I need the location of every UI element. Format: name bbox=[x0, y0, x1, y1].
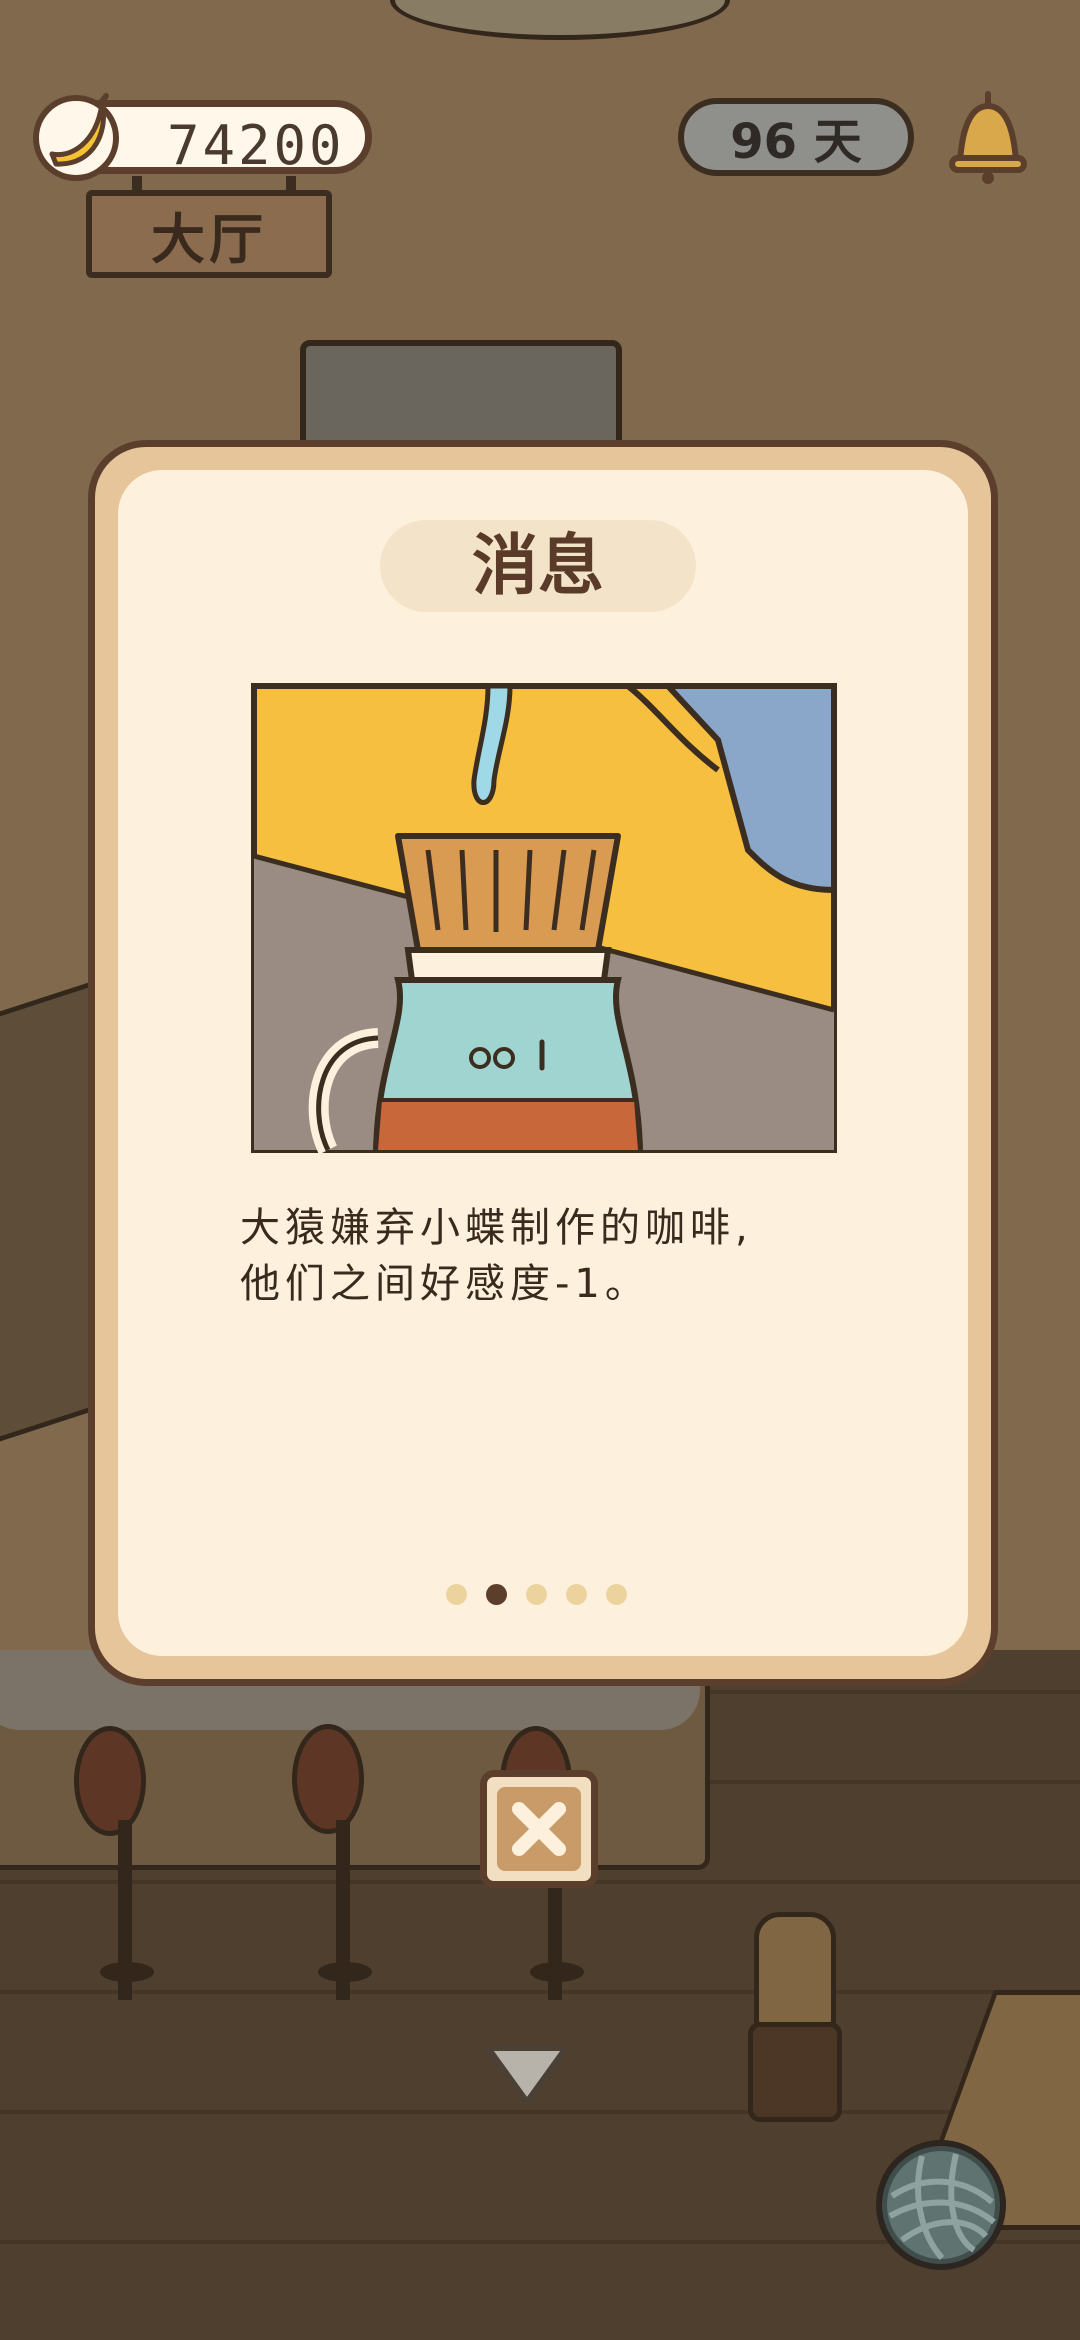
message-line: 他们之间好感度-1。 bbox=[240, 1261, 650, 1307]
coin-value: 74200 bbox=[167, 114, 345, 177]
banana-icon bbox=[33, 93, 119, 181]
location-label: 大厅 bbox=[151, 207, 267, 271]
day-counter-label: 96 天 bbox=[730, 114, 862, 170]
dialog-title: 消息 bbox=[472, 527, 604, 604]
coffee-pour-over-icon bbox=[251, 683, 837, 1155]
page-dot-active[interactable] bbox=[486, 1584, 507, 1605]
page-dot[interactable] bbox=[606, 1584, 627, 1605]
page-dot[interactable] bbox=[446, 1584, 467, 1605]
message-line: 大猿嫌弃小蝶制作的咖啡, bbox=[240, 1205, 753, 1251]
yarn-ball-button[interactable] bbox=[876, 2140, 1006, 2270]
page-dot[interactable] bbox=[526, 1584, 547, 1605]
day-counter: 96 天 bbox=[678, 98, 914, 176]
dialog-message: 大猿嫌弃小蝶制作的咖啡, 他们之间好感度-1。 bbox=[240, 1200, 860, 1312]
page-indicator bbox=[446, 1584, 627, 1608]
close-icon bbox=[512, 1802, 566, 1856]
bell-icon[interactable] bbox=[946, 86, 1030, 186]
yarn-ball-icon bbox=[887, 2151, 996, 2261]
close-button[interactable] bbox=[480, 1770, 598, 1888]
chevron-down-icon[interactable] bbox=[482, 2040, 572, 2110]
location-sign: 大厅 bbox=[86, 190, 332, 278]
page-dot[interactable] bbox=[566, 1584, 587, 1605]
